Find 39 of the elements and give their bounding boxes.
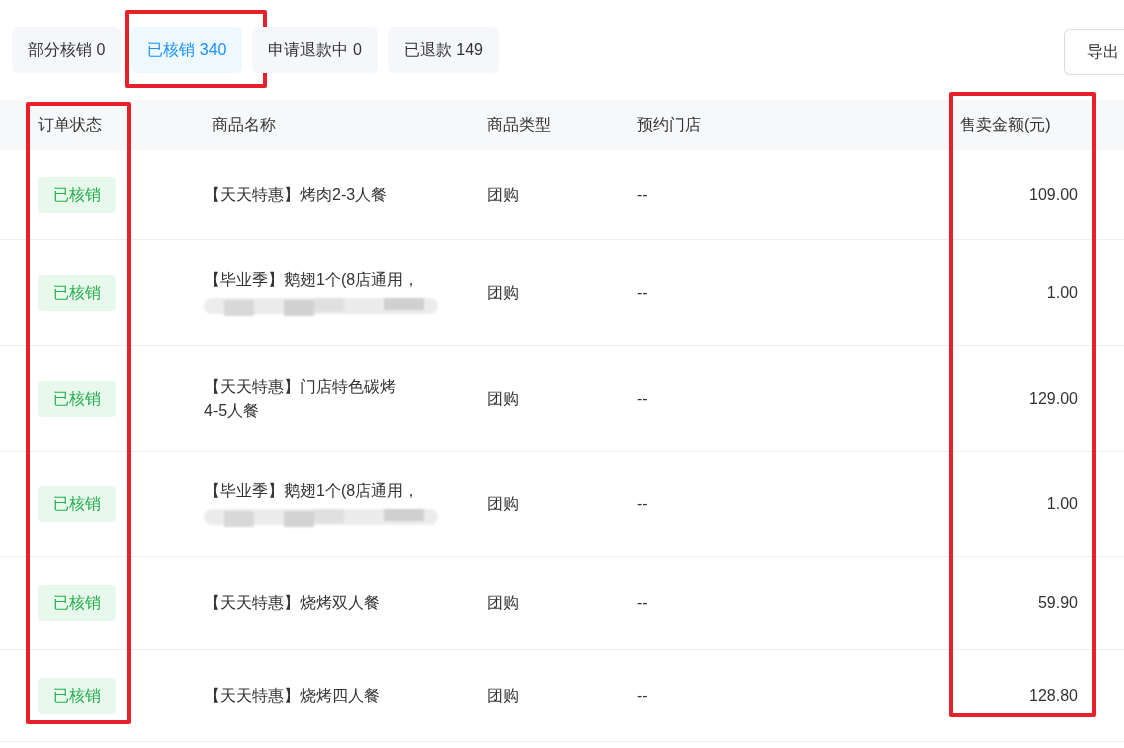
- product-name: 【毕业季】鹅翅1个(8店通用，: [204, 269, 420, 290]
- column-header: 预约门店: [636, 115, 702, 135]
- table-cell-text: 团购: [486, 593, 520, 613]
- product-name: 【天天特惠】门店特色碳烤4-5人餐: [204, 376, 397, 421]
- status-badge: 已核销: [38, 380, 116, 417]
- table-cell-text: 1.00: [1046, 494, 1079, 514]
- filter-tab[interactable]: 已退款 149: [387, 27, 499, 73]
- table-cell-text: 团购: [486, 388, 520, 409]
- table-cell-text: 59.90: [1037, 593, 1079, 613]
- filter-tab[interactable]: 部分核销 0: [12, 27, 122, 73]
- column-header: 订单状态: [37, 115, 103, 135]
- table-cell-text: 1.00: [1046, 282, 1079, 303]
- status-badge: 已核销: [38, 677, 116, 714]
- table-cell-text: 团购: [486, 685, 520, 706]
- export-button[interactable]: 导出: [1064, 29, 1124, 75]
- column-header: 商品名称: [211, 115, 277, 135]
- table-cell-text: 129.00: [1029, 388, 1079, 409]
- status-badge: 已核销: [38, 274, 116, 311]
- table-cell-text: --: [636, 282, 649, 303]
- table-cell-text: 团购: [486, 184, 520, 205]
- status-badge: 已核销: [38, 176, 116, 213]
- status-badge: 已核销: [38, 585, 116, 621]
- table-cell-text: --: [636, 494, 649, 514]
- table-cell-text: 128.80: [1029, 685, 1079, 706]
- table-cell-text: --: [636, 685, 649, 706]
- table-cell-text: --: [636, 593, 649, 613]
- table-cell-text: 109.00: [1029, 184, 1079, 205]
- status-badge: 已核销: [38, 486, 116, 522]
- table-cell-text: --: [636, 184, 649, 205]
- product-name: 【天天特惠】烤肉2-3人餐: [204, 184, 389, 205]
- column-header: 商品类型: [486, 115, 552, 135]
- table-cell-text: 团购: [486, 282, 520, 303]
- product-name: 【毕业季】鹅翅1个(8店通用，: [204, 481, 420, 501]
- table-cell-text: --: [636, 388, 649, 409]
- product-name: 【天天特惠】烧烤双人餐: [204, 593, 381, 613]
- filter-tab[interactable]: 申请退款中 0: [252, 27, 378, 73]
- product-name: 【天天特惠】烧烤四人餐: [204, 685, 381, 706]
- column-header: 售卖金额(元): [960, 115, 1051, 135]
- table-cell-text: 团购: [486, 494, 520, 514]
